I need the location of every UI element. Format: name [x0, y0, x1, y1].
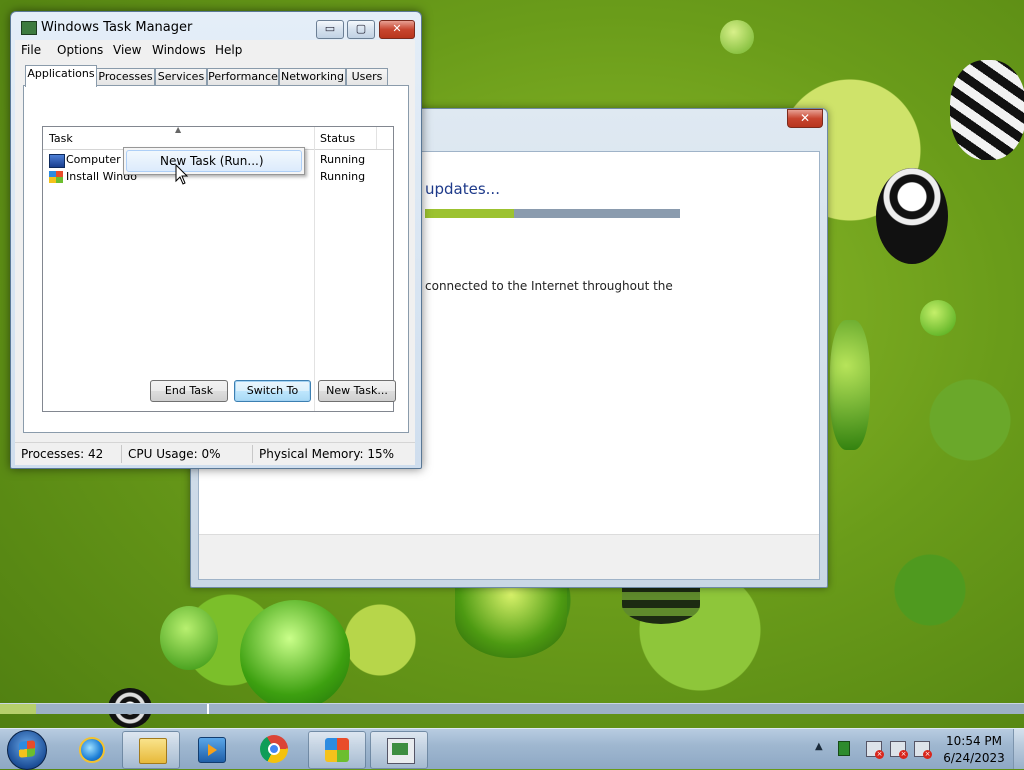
background-strip — [0, 703, 1024, 714]
task-manager-window: Windows Task Manager ▭ ▢ ✕ File Options … — [10, 11, 422, 469]
tab-users[interactable]: Users — [346, 68, 388, 86]
switch-to-button[interactable]: Switch To — [234, 380, 311, 402]
processes-count: Processes: 42 — [21, 447, 104, 461]
status-bar: Processes: 42 CPU Usage: 0% Physical Mem… — [15, 442, 415, 465]
strip-divider — [207, 704, 209, 714]
tab-applications[interactable]: Applications — [25, 65, 97, 87]
wallpaper-orb — [455, 578, 567, 658]
show-desktop-button[interactable] — [1013, 729, 1024, 769]
task-status: Running — [320, 170, 366, 183]
tab-services[interactable]: Services — [155, 68, 207, 86]
error-badge-icon: × — [875, 750, 884, 759]
error-badge-icon: × — [899, 750, 908, 759]
taskbar-task-manager[interactable] — [370, 731, 428, 769]
monitor-screen — [392, 743, 408, 755]
strip-segment — [0, 704, 36, 714]
windows-logo-icon — [19, 740, 35, 758]
menu-view[interactable]: View — [113, 43, 141, 57]
volume-muted-icon[interactable]: × — [914, 741, 932, 759]
update-footer — [199, 534, 819, 579]
update-note: connected to the Internet throughout the — [425, 279, 673, 293]
wallpaper-orb — [950, 60, 1024, 160]
task-name: Computer — [66, 153, 121, 166]
wallpaper-orb — [720, 20, 754, 54]
clock-date[interactable]: 6/24/2023 — [943, 751, 1005, 765]
applications-panel: Task ▲ Status Computer Running Install W… — [23, 85, 409, 433]
taskbar-chrome[interactable] — [246, 731, 302, 767]
menu-bar: File Options View Windows Help — [15, 40, 415, 60]
maximize-button[interactable]: ▢ — [347, 20, 375, 39]
cpu-usage: CPU Usage: 0% — [128, 447, 221, 461]
play-icon — [208, 744, 217, 756]
end-task-button[interactable]: End Task — [150, 380, 228, 402]
menu-windows[interactable]: Windows — [152, 43, 206, 57]
network-icon[interactable]: × — [890, 741, 908, 759]
action-center-icon[interactable]: × — [866, 741, 884, 759]
wallpaper-orb — [622, 586, 700, 624]
status-divider — [252, 445, 253, 463]
wallpaper-orb — [876, 168, 948, 264]
windows-install-icon — [49, 171, 63, 183]
windows-explorer-icon — [139, 738, 167, 764]
internet-explorer-icon — [79, 737, 105, 763]
menu-options[interactable]: Options — [57, 43, 103, 57]
taskbar-windows-explorer[interactable] — [122, 731, 180, 769]
window-title: Windows Task Manager — [41, 20, 193, 35]
start-button[interactable] — [7, 730, 47, 770]
sort-arrow-icon: ▲ — [175, 125, 182, 134]
status-divider — [121, 445, 122, 463]
windows-setup-icon — [325, 738, 349, 762]
column-divider — [376, 127, 377, 149]
wallpaper-orb — [160, 606, 218, 670]
physical-memory: Physical Memory: 15% — [259, 447, 395, 461]
clock-time[interactable]: 10:54 PM — [946, 734, 1002, 748]
new-task-button[interactable]: New Task... — [318, 380, 396, 402]
tab-networking[interactable]: Networking — [279, 68, 346, 86]
task-manager-icon — [21, 21, 37, 35]
column-task[interactable]: Task — [49, 132, 73, 145]
update-heading: updates... — [425, 180, 500, 198]
media-player-icon — [198, 737, 226, 763]
update-progress-bar — [425, 209, 680, 218]
menu-item-new-task-run[interactable]: New Task (Run...) — [126, 150, 302, 172]
column-status[interactable]: Status — [320, 132, 355, 145]
tray-app-icon[interactable] — [838, 741, 850, 756]
taskbar-internet-explorer[interactable] — [62, 731, 118, 767]
mute-badge-icon: × — [923, 750, 932, 759]
wallpaper-orb — [830, 320, 870, 450]
taskbar-media-player[interactable] — [182, 731, 238, 767]
task-manager-body: Applications Processes Services Performa… — [15, 60, 415, 442]
chrome-icon — [260, 735, 288, 763]
mouse-cursor-icon — [175, 164, 189, 185]
minimize-button[interactable]: ▭ — [316, 20, 344, 39]
wallpaper-orb — [240, 600, 350, 710]
tab-processes[interactable]: Processes — [96, 68, 155, 86]
task-status: Running — [320, 153, 366, 166]
update-progress-fill — [425, 209, 515, 218]
update-close-button[interactable]: ✕ — [787, 109, 823, 128]
task-manager-icon — [387, 738, 415, 764]
taskbar: ▲ × × × 10:54 PM 6/24/2023 — [0, 728, 1024, 770]
close-button[interactable]: ✕ — [379, 20, 415, 39]
tab-performance[interactable]: Performance — [207, 68, 279, 86]
menu-file[interactable]: File — [21, 43, 41, 57]
menu-help[interactable]: Help — [215, 43, 242, 57]
context-menu: New Task (Run...) — [123, 147, 305, 175]
taskbar-windows-setup[interactable] — [308, 731, 366, 769]
computer-icon — [49, 154, 65, 168]
wallpaper-orb — [920, 300, 956, 336]
chrome-core — [268, 743, 280, 755]
show-hidden-icons-button[interactable]: ▲ — [815, 741, 823, 752]
